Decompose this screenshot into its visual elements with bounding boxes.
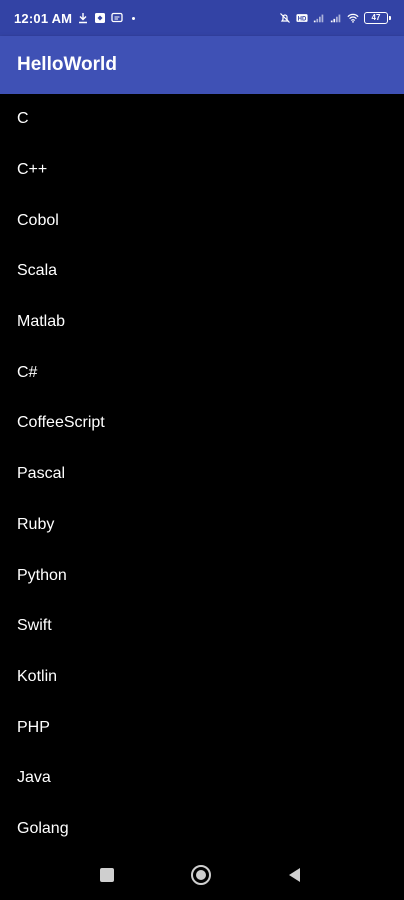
notification-app-icon bbox=[94, 12, 106, 24]
list-item[interactable]: C bbox=[0, 94, 404, 145]
status-time: 12:01 AM bbox=[14, 10, 73, 26]
hd-icon: HD bbox=[296, 12, 308, 24]
list-item[interactable]: C++ bbox=[0, 145, 404, 196]
status-bar: 12:01 AM HD 47 bbox=[0, 0, 404, 36]
list-item[interactable]: CoffeeScript bbox=[0, 398, 404, 449]
list-item[interactable]: PHP bbox=[0, 702, 404, 753]
recents-icon[interactable] bbox=[96, 864, 118, 886]
svg-text:HD: HD bbox=[298, 16, 307, 22]
list-item[interactable]: Java bbox=[0, 753, 404, 804]
list-item[interactable]: C# bbox=[0, 347, 404, 398]
battery-icon: 47 bbox=[364, 12, 391, 24]
status-right: HD 47 bbox=[279, 9, 391, 27]
list-item[interactable]: Cobol bbox=[0, 195, 404, 246]
message-icon bbox=[111, 12, 123, 24]
navigation-bar bbox=[0, 850, 404, 900]
language-list[interactable]: C C++ Cobol Scala Matlab C# CoffeeScript… bbox=[0, 94, 404, 850]
dot-icon bbox=[132, 16, 136, 20]
list-item[interactable]: Golang bbox=[0, 804, 404, 850]
list-item[interactable]: Swift bbox=[0, 601, 404, 652]
app-bar: HelloWorld bbox=[0, 36, 404, 94]
wifi-icon bbox=[347, 12, 359, 24]
list-item[interactable]: Matlab bbox=[0, 297, 404, 348]
list-item[interactable]: Pascal bbox=[0, 449, 404, 500]
download-icon bbox=[77, 12, 89, 24]
alarm-off-icon bbox=[279, 12, 291, 24]
app-title: HelloWorld bbox=[17, 54, 117, 75]
signal-icon bbox=[313, 12, 325, 24]
list-item[interactable]: Scala bbox=[0, 246, 404, 297]
home-icon[interactable] bbox=[190, 864, 212, 886]
list-item[interactable]: Ruby bbox=[0, 500, 404, 551]
signal-icon bbox=[330, 12, 342, 24]
status-left: 12:01 AM bbox=[14, 9, 136, 27]
list-item[interactable]: Kotlin bbox=[0, 652, 404, 703]
list-item[interactable]: Python bbox=[0, 550, 404, 601]
back-icon[interactable] bbox=[284, 864, 306, 886]
